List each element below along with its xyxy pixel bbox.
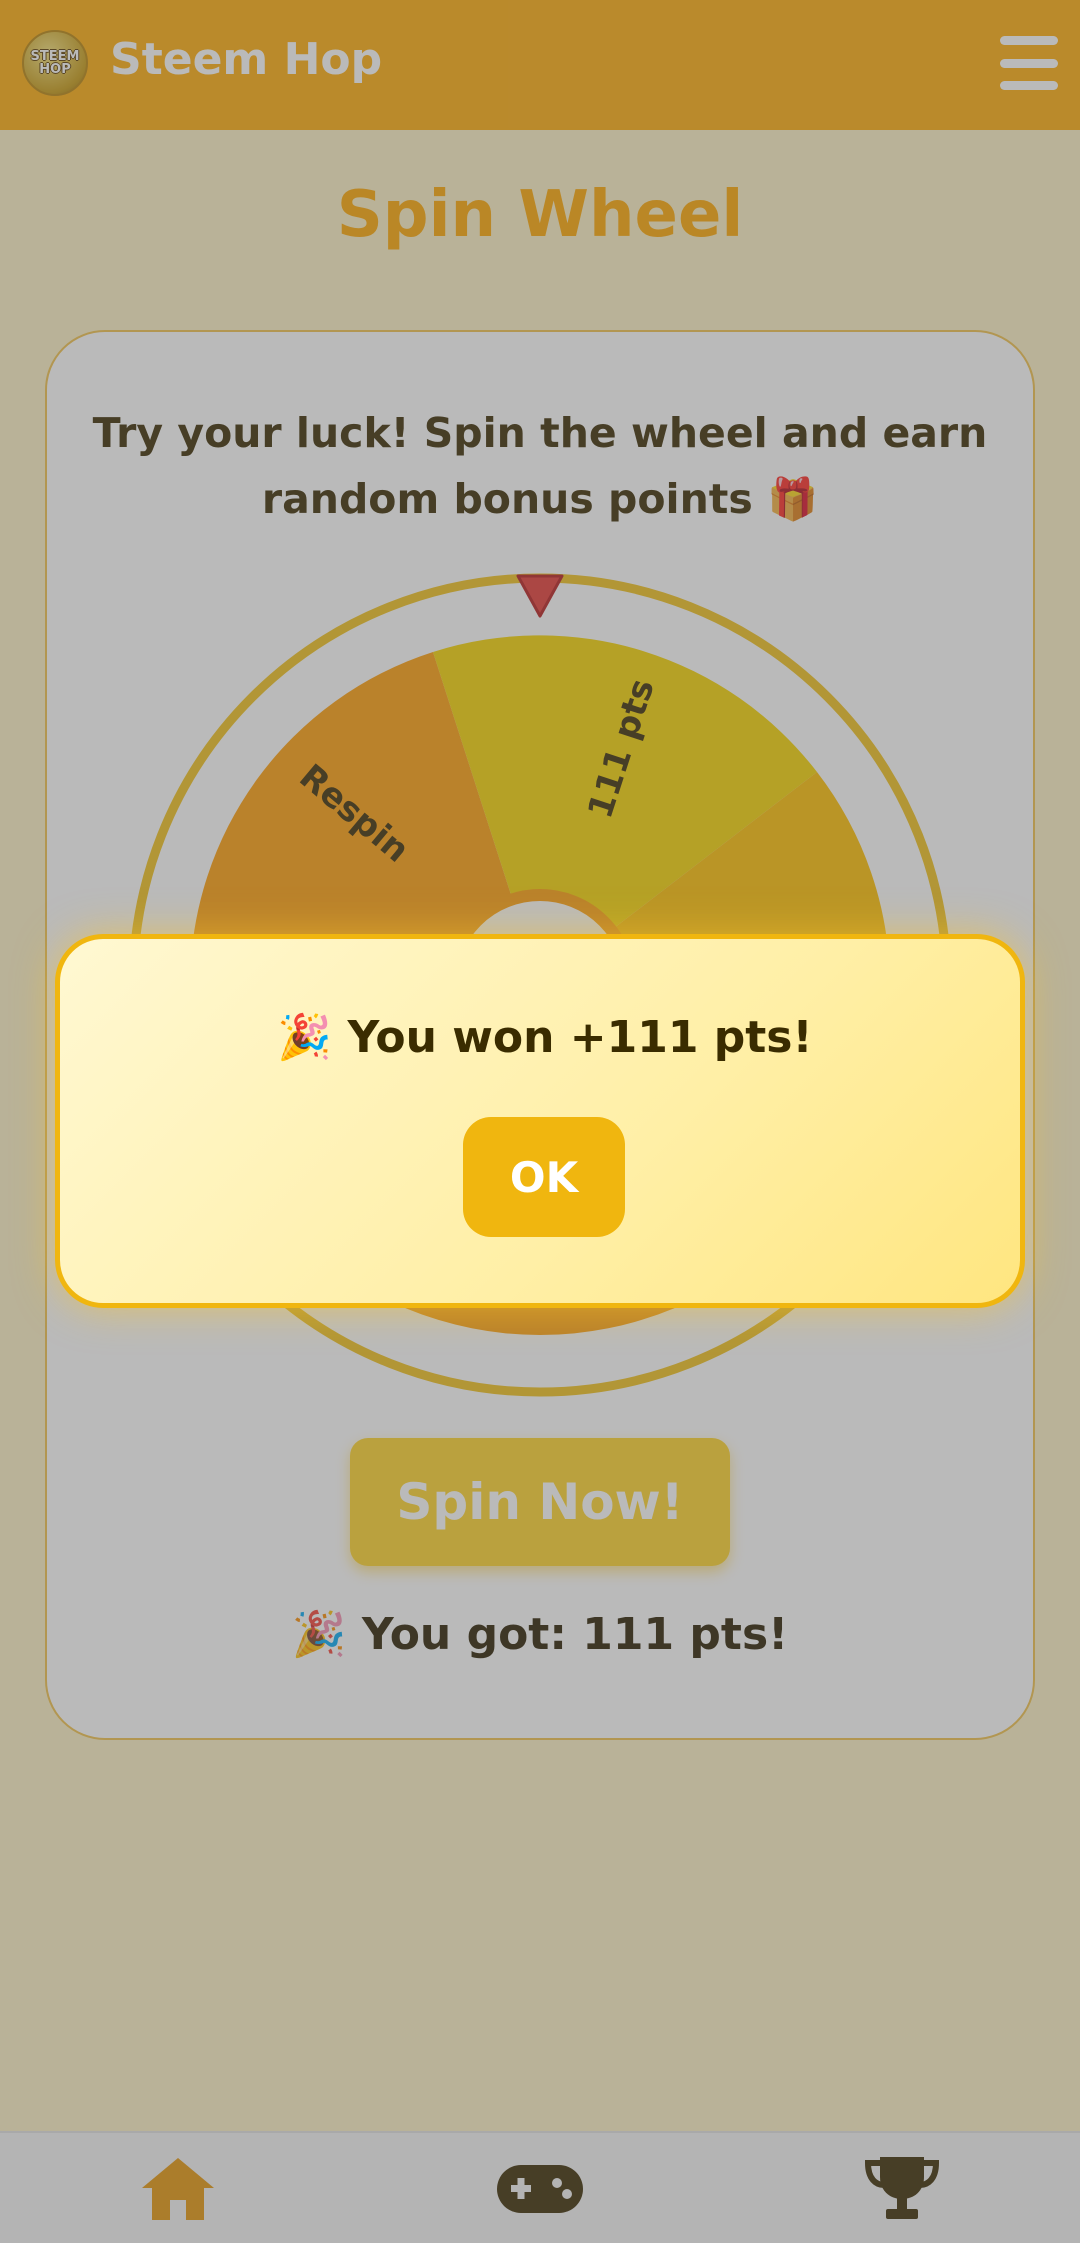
win-message: 🎉 You won +111 pts! (277, 1012, 813, 1063)
ok-button[interactable]: OK (463, 1117, 625, 1237)
win-modal: 🎉 You won +111 pts! OK (55, 934, 1025, 1308)
